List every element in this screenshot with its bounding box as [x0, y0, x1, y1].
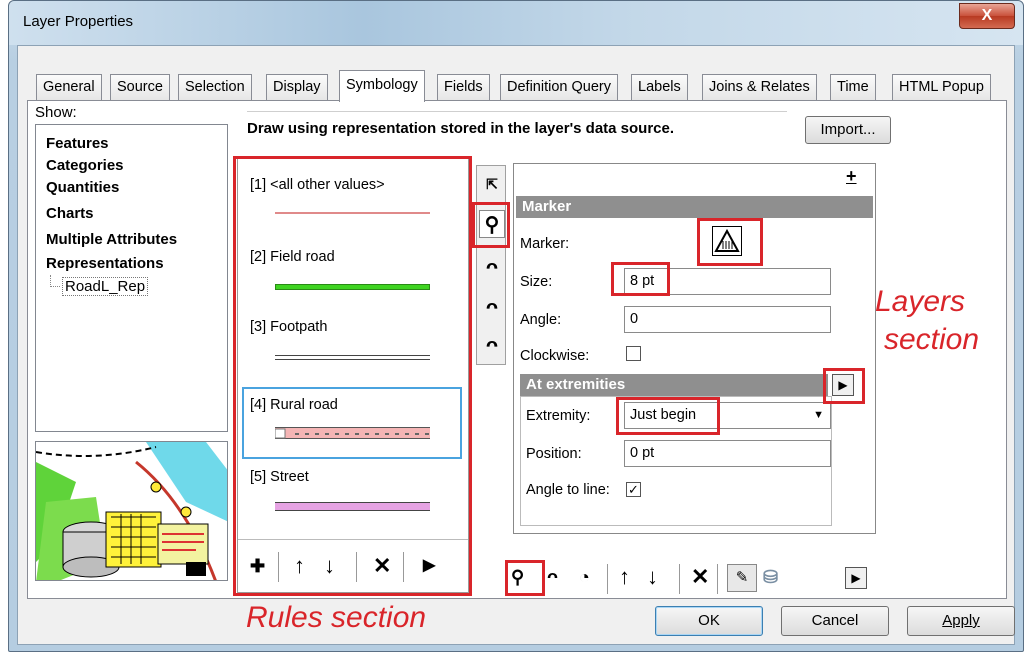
extremities-header: At extremities — [520, 374, 828, 396]
angle-to-line-checkbox[interactable]: ✓ — [626, 482, 641, 497]
add-marker-highlight — [505, 560, 545, 596]
toolbar-separator — [717, 564, 718, 594]
layer-properties-panel: + Marker Marker: Size: 8 pt Angle: 0 Clo… — [513, 163, 876, 534]
angle-to-line-label: Angle to line: — [526, 482, 610, 498]
layers-annotation-line2: section — [884, 323, 980, 356]
marker-label: Marker: — [520, 236, 570, 252]
marker-highlight — [697, 218, 763, 266]
angle-input[interactable]: 0 — [624, 306, 831, 333]
close-button[interactable]: X — [959, 3, 1015, 29]
layer-toolbar: ⚲ ᴖ ◔ ↑ ↓ ✕ ✎ ⛁ ▶ — [505, 562, 875, 596]
layer-list: ⇱ ⚲ ᴖ ᴖ ᴖ — [476, 165, 506, 365]
representation-description: Draw using representation stored in the … — [247, 120, 675, 137]
description-separator — [247, 111, 787, 112]
move-layer-up-icon[interactable]: ↑ — [619, 562, 630, 592]
tab-html-popup[interactable]: HTML Popup — [892, 74, 991, 100]
extremities-highlight — [823, 368, 865, 404]
delete-layer-icon[interactable]: ✕ — [691, 562, 709, 592]
add-fill-layer-icon[interactable]: ◔ — [579, 562, 590, 592]
position-label: Position: — [526, 446, 582, 462]
tab-source[interactable]: Source — [110, 74, 170, 100]
database-icon[interactable]: ⛁ — [763, 562, 778, 592]
tab-general[interactable]: General — [36, 74, 102, 100]
layers-annotation-line1: Layers — [875, 285, 966, 318]
show-item-representations[interactable]: Representations — [46, 255, 164, 272]
rules-annotation: Rules section — [246, 601, 427, 634]
size-label: Size: — [520, 274, 553, 290]
show-label: Show: — [35, 104, 77, 121]
rules-highlight-box — [233, 156, 472, 596]
cancel-button[interactable]: Cancel — [781, 606, 889, 636]
show-item-features[interactable]: Features — [46, 135, 109, 152]
toolbar-separator — [679, 564, 680, 594]
size-highlight — [611, 262, 670, 296]
apply-button[interactable]: Apply — [907, 606, 1015, 636]
tab-symbology[interactable]: Symbology — [339, 70, 425, 102]
extremity-highlight — [616, 397, 720, 435]
more-options-icon[interactable]: ▶ — [845, 567, 867, 589]
show-item-quantities[interactable]: Quantities — [46, 179, 119, 196]
tab-definition-query[interactable]: Definition Query — [500, 74, 618, 100]
stroke-layer-icon[interactable]: ᴖ — [479, 294, 505, 322]
clockwise-checkbox[interactable] — [626, 346, 641, 361]
stroke-layer-icon[interactable]: ᴖ — [479, 254, 505, 282]
position-input[interactable]: 0 pt — [624, 440, 831, 467]
add-stroke-layer-icon[interactable]: ᴖ — [547, 562, 558, 592]
title-bar: Layer Properties X — [9, 1, 1023, 45]
tab-selection[interactable]: Selection — [178, 74, 252, 100]
expand-plus-icon[interactable]: + — [846, 166, 857, 187]
import-button[interactable]: Import... — [805, 116, 891, 144]
tab-fields[interactable]: Fields — [437, 74, 490, 100]
angle-label: Angle: — [520, 312, 562, 328]
extremity-label: Extremity: — [526, 408, 591, 424]
brush-icon[interactable]: ✎ — [727, 564, 757, 592]
show-list: Features Categories Quantities Charts Mu… — [35, 124, 228, 432]
tree-connector — [50, 275, 60, 287]
clockwise-label: Clockwise: — [520, 348, 590, 364]
select-tool-icon[interactable]: ⇱ — [479, 170, 505, 198]
show-item-charts[interactable]: Charts — [46, 205, 94, 222]
chevron-down-icon: ▼ — [813, 409, 824, 421]
window-title: Layer Properties — [23, 13, 134, 30]
tab-joins-relates[interactable]: Joins & Relates — [702, 74, 817, 100]
marker-layer-highlight — [472, 202, 510, 248]
stroke-layer-icon[interactable]: ᴖ — [479, 332, 505, 360]
ok-button[interactable]: OK — [655, 606, 763, 636]
move-layer-down-icon[interactable]: ↓ — [647, 562, 658, 592]
show-item-multiple-attributes[interactable]: Multiple Attributes — [46, 231, 177, 248]
show-subitem-roadl-rep[interactable]: RoadL_Rep — [62, 277, 149, 296]
toolbar-separator — [607, 564, 608, 594]
tab-time[interactable]: Time — [830, 74, 876, 100]
marker-header: Marker — [516, 196, 873, 218]
tab-labels[interactable]: Labels — [631, 74, 688, 100]
show-item-categories[interactable]: Categories — [46, 157, 124, 174]
tab-display[interactable]: Display — [266, 74, 328, 100]
preview-image — [35, 441, 228, 581]
